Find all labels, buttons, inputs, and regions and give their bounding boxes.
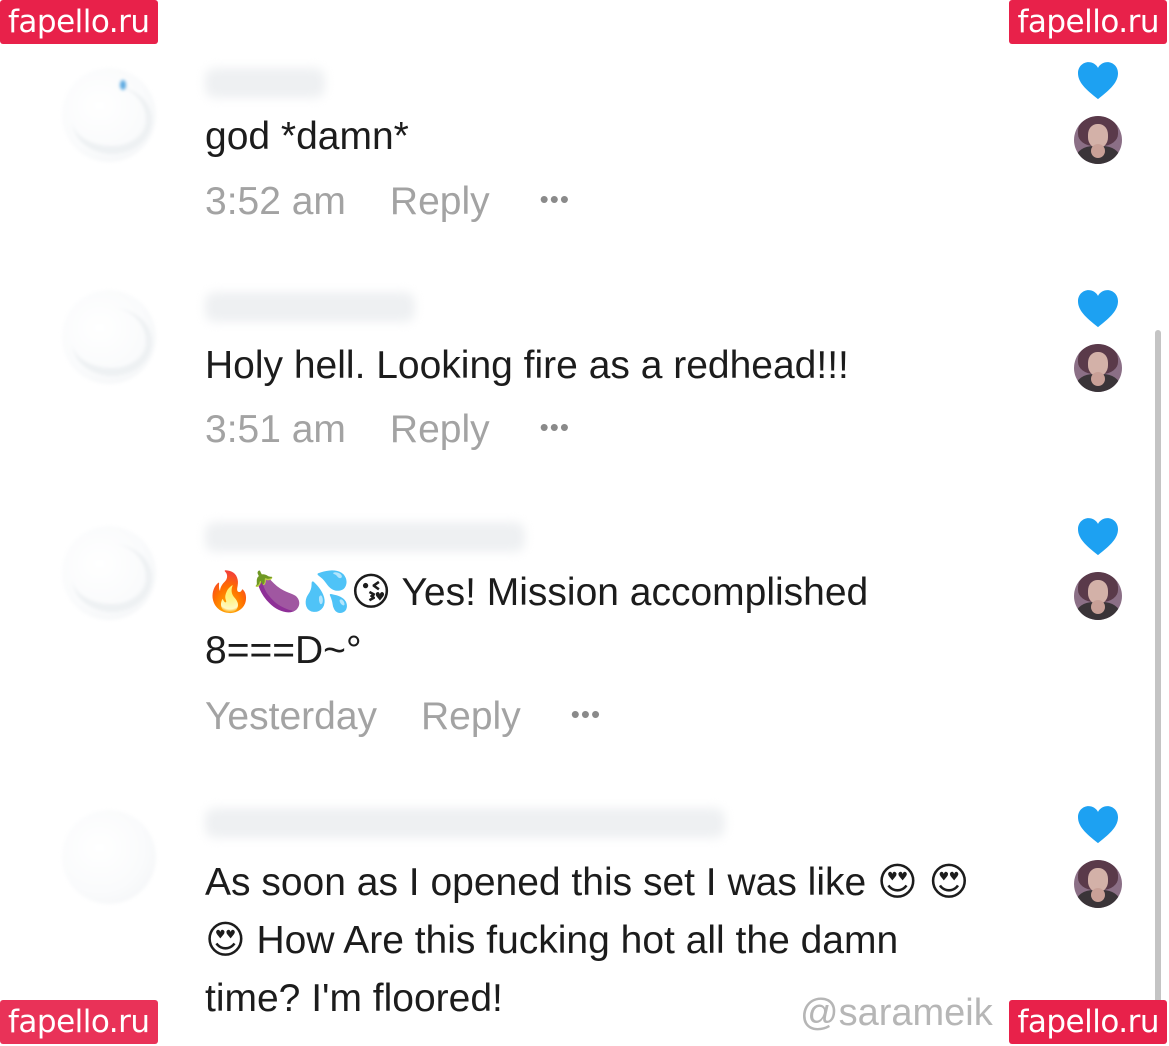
creator-handle: @sarameik [800,992,993,1034]
watermark-bottom-left: fapello.ru [0,1000,158,1044]
commenter-username-blurred[interactable] [205,522,525,552]
comment-text: Holy hell. Looking fire as a redhead!!! [205,344,849,387]
creator-avatar [1074,344,1122,392]
watermark-top-right: fapello.ru [1009,0,1167,44]
creator-avatar [1074,860,1122,908]
commenter-avatar[interactable] [62,810,156,904]
comment-time: 3:52 am [205,180,346,223]
commenter-avatar[interactable] [62,68,156,162]
reply-button[interactable]: Reply [421,694,521,740]
watermark-top-left: fapello.ru [0,0,158,44]
creator-avatar [1074,572,1122,620]
heart-icon[interactable] [1076,804,1120,844]
heart-icon[interactable] [1076,288,1120,328]
reply-button[interactable]: Reply [390,179,490,225]
more-options-icon[interactable]: ••• [540,176,570,222]
comment-time: Yesterday [205,695,378,738]
comment-meta: Yesterday Reply ••• [205,691,601,740]
commenter-username-blurred[interactable] [205,292,415,322]
commenter-avatar[interactable] [62,290,156,384]
reply-button[interactable]: Reply [390,407,490,453]
commenter-avatar[interactable] [62,526,156,620]
watermark-bottom-right: fapello.ru [1009,1000,1167,1044]
comment-text: 🔥🍆💦😘 Yes! Mission accomplished 8===D~° [205,571,869,672]
more-options-icon[interactable]: ••• [571,691,601,737]
comment-meta: 3:51 am Reply ••• [205,404,570,453]
heart-icon[interactable] [1076,60,1120,100]
comment-text: god *damn* [205,115,409,158]
commenter-username-blurred[interactable] [205,68,325,98]
comment-time: 3:51 am [205,408,346,451]
scrollbar[interactable] [1155,330,1161,1010]
more-options-icon[interactable]: ••• [540,404,570,450]
heart-icon[interactable] [1076,516,1120,556]
comment-meta: 3:52 am Reply ••• [205,176,570,225]
creator-avatar [1074,116,1122,164]
commenter-username-blurred[interactable] [205,808,725,838]
